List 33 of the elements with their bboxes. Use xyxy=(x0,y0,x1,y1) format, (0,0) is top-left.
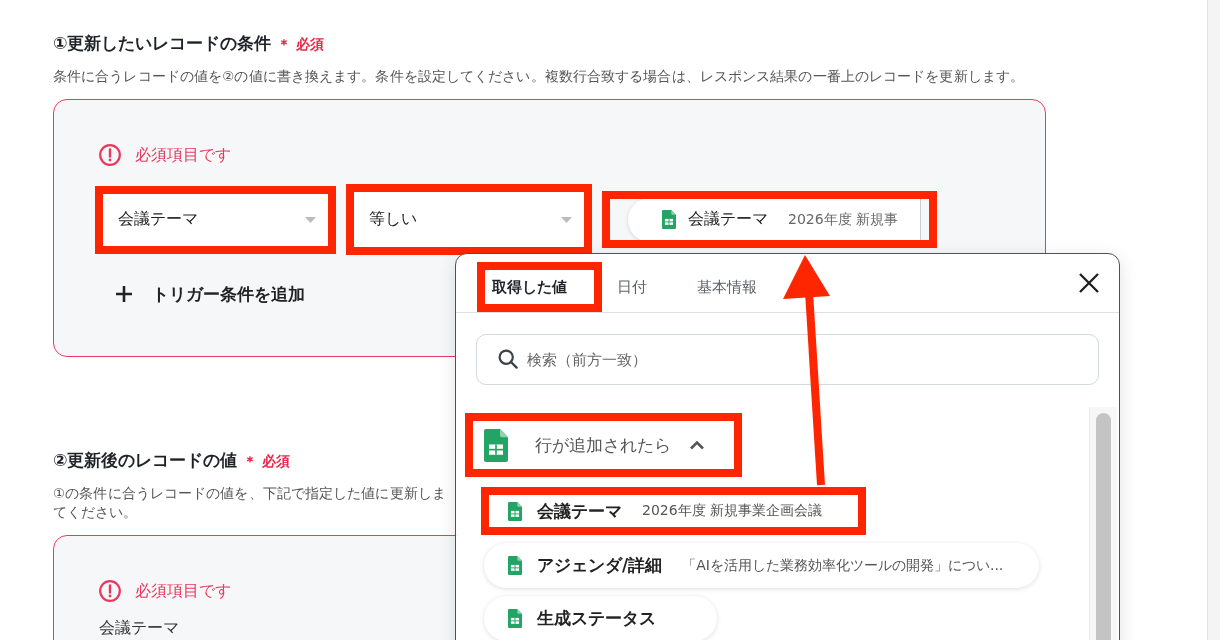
spreadsheet-icon xyxy=(508,609,522,628)
search-icon xyxy=(498,349,518,369)
spreadsheet-icon xyxy=(508,501,522,521)
description-text: ①の条件に合うレコードの値を、下記で指定した値に更新しま xyxy=(53,484,446,503)
close-icon xyxy=(1078,272,1100,294)
error-text: 必須項目です xyxy=(135,580,231,602)
plus-icon xyxy=(115,285,133,303)
tab[interactable]: 日付 xyxy=(610,270,674,304)
required-label: ＊ 必須 xyxy=(277,35,325,54)
field-select[interactable]: 会議テーマ xyxy=(103,193,328,246)
alert-icon xyxy=(99,580,121,602)
section-heading: ②更新後のレコードの値 xyxy=(53,449,238,472)
operator-select[interactable]: 等しい xyxy=(354,192,584,247)
error-text: 必須項目です xyxy=(135,144,231,166)
search-field[interactable]: 検索（前方一致） xyxy=(476,334,1099,385)
field-label: 会議テーマ xyxy=(98,619,179,636)
close-button[interactable] xyxy=(1078,272,1100,294)
description-text: 条件に合うレコードの値を②の値に書き換えます。条件を設定してください。複数行合致する場合は、レスポンス結果の一番上のレコードを更新します。 xyxy=(53,67,1024,86)
value-item[interactable]: アジェンダ/詳細 「AIを活用した業務効率化ツールの開発」につい... xyxy=(484,543,1040,588)
spreadsheet-icon xyxy=(484,428,508,462)
value-item[interactable]: 生成ステータス xyxy=(484,596,717,640)
section-heading: ①更新したいレコードの条件 xyxy=(53,32,272,55)
spreadsheet-icon xyxy=(662,210,676,229)
caret-icon xyxy=(305,216,316,223)
tab[interactable]: 取得した値 xyxy=(485,270,594,304)
caret-icon xyxy=(561,216,572,223)
scrollbar-thumb[interactable] xyxy=(1096,413,1111,640)
spreadsheet-icon xyxy=(508,556,522,575)
tab[interactable]: 基本情報 xyxy=(690,270,784,304)
description-text: てください。 xyxy=(53,503,138,522)
add-condition-button[interactable]: トリガー条件を追加 xyxy=(95,274,309,314)
required-label: ＊ 必須 xyxy=(243,452,291,471)
alert-icon xyxy=(99,144,121,166)
